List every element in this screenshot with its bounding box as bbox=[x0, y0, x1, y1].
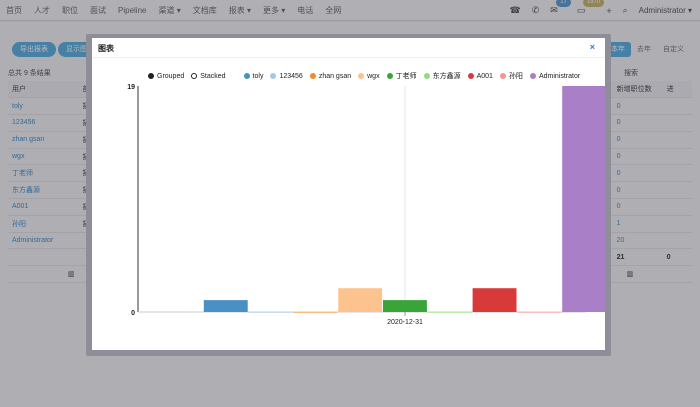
bar-4 bbox=[338, 288, 383, 312]
y-tick-label: 19 bbox=[127, 84, 135, 91]
bar-6 bbox=[427, 312, 472, 313]
bar-7 bbox=[472, 288, 517, 312]
chart-modal: 图表 × Grouped Stacked toly 123456 zhan gsan wg… bbox=[92, 38, 605, 350]
bar-1 bbox=[203, 300, 248, 312]
x-tick-label: 2020-12-31 bbox=[387, 319, 423, 326]
bar-3 bbox=[293, 312, 338, 313]
y-tick-label: 0 bbox=[131, 310, 135, 317]
bar-chart: 0 19 2020-12-31 bbox=[127, 84, 605, 326]
bar-5 bbox=[383, 300, 427, 312]
bar-9 bbox=[562, 86, 605, 312]
bar-2 bbox=[248, 312, 293, 313]
bar-8 bbox=[517, 312, 562, 313]
